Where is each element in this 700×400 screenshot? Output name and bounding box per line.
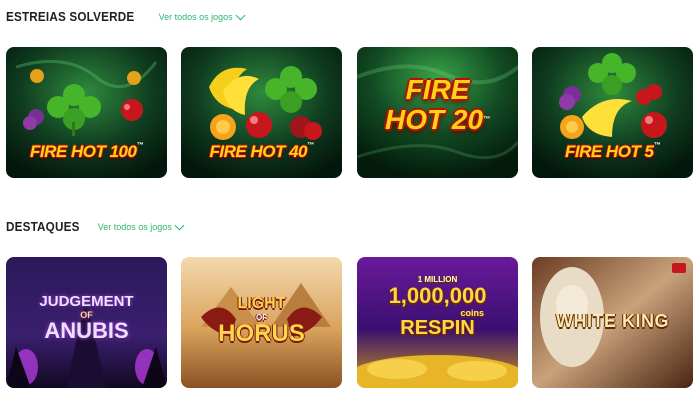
section-title: ESTREIAS SOLVERDE xyxy=(6,9,135,24)
game-title: FIRE HOT 5™ xyxy=(564,142,660,161)
game-title: 1 MILLION 1,000,000 coins RESPIN xyxy=(388,275,487,339)
section-title: DESTAQUES xyxy=(6,219,80,234)
see-all-games-link[interactable]: Ver todos os jogos xyxy=(158,10,246,22)
chevron-down-icon xyxy=(235,10,246,20)
game-title: WHITE KING xyxy=(556,311,669,331)
game-tile-fire-hot-5[interactable]: FIRE HOT 5™ xyxy=(532,47,693,178)
section-header-destaques: DESTAQUES Ver todos os jogos xyxy=(6,219,185,234)
game-tile-light-of-horus[interactable]: LIGHT OF HORUS xyxy=(181,257,342,388)
see-all-label: Ver todos os jogos xyxy=(158,11,233,22)
game-tile-white-king[interactable]: WHITE KING xyxy=(532,257,693,388)
game-title: FIRE HOT 100™ xyxy=(30,142,143,161)
see-all-games-link[interactable]: Ver todos os jogos xyxy=(97,220,185,232)
game-tile-fire-hot-40[interactable]: FIRE HOT 40™ xyxy=(181,47,342,178)
game-tile-judgement-of-anubis[interactable]: JUDGEMENT OF ANUBIS xyxy=(6,257,167,388)
section-header-estreias: ESTREIAS SOLVERDE Ver todos os jogos xyxy=(6,9,246,24)
game-title: FIRE HOT 20™ xyxy=(384,74,491,135)
game-title: LIGHT OF HORUS xyxy=(218,295,305,347)
game-tile-fire-hot-100[interactable]: FIRE HOT 100™ xyxy=(6,47,167,178)
see-all-label: Ver todos os jogos xyxy=(97,221,172,232)
game-title: FIRE HOT 40™ xyxy=(209,142,314,161)
game-tile-1000000-coins-respin[interactable]: 1 MILLION 1,000,000 coins RESPIN xyxy=(357,257,518,388)
chevron-down-icon xyxy=(174,220,185,230)
game-title: JUDGEMENT OF ANUBIS xyxy=(39,293,134,343)
game-tile-fire-hot-20[interactable]: FIRE HOT 20™ xyxy=(357,47,518,178)
